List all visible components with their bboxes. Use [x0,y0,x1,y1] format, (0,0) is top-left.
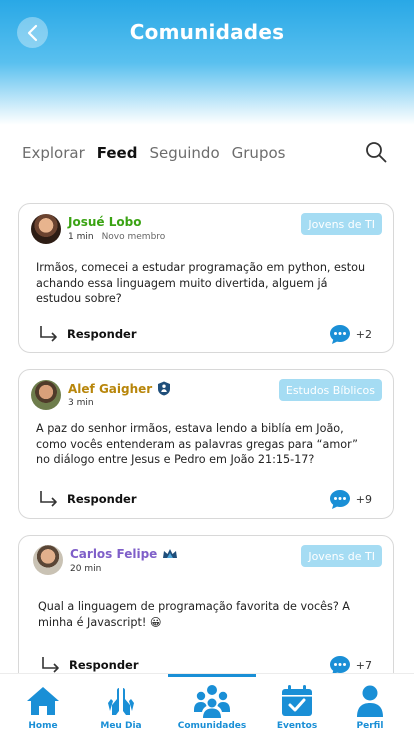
post-time: 1 min [68,232,94,242]
author-name: Alef Gaigher [68,381,153,396]
community-icon [194,685,230,718]
calendar-check-icon [282,685,312,716]
post-author[interactable]: Josué Lobo [68,215,141,229]
page-title: Comunidades [129,20,285,44]
nav-label: Eventos [276,721,318,731]
group-badge[interactable]: Jovens de TI [301,545,382,567]
post-card: Josué Lobo 1 min Novo membro Jovens de TI… [18,203,394,353]
post-meta: 20 min [70,564,101,574]
post-time: 20 min [70,564,102,574]
avatar[interactable] [31,214,61,244]
post-card: Alef Gaigher 3 min Estudos Bíblicos A pa… [18,369,394,519]
tab-explorar[interactable]: Explorar [22,144,85,162]
post-text: Irmãos, comecei a estudar programação em… [36,261,366,305]
reply-label: Responder [69,658,139,672]
author-name: Carlos Felipe [70,547,158,561]
reply-arrow-icon [40,326,57,342]
nav-eventos[interactable]: Eventos [274,674,320,736]
comments-button[interactable]: +9 [329,489,372,510]
post-author[interactable]: Alef Gaigher [68,381,171,396]
post-card: Carlos Felipe 20 min Jovens de TI Qual a… [18,535,394,695]
reply-arrow-icon [42,657,59,673]
post-text: Qual a linguagem de programação favorita… [38,600,350,629]
chat-bubble-icon [329,490,350,509]
nav-label: Meu Dia [100,721,142,731]
reply-label: Responder [67,327,137,341]
search-icon [366,142,387,163]
user-icon [357,685,383,717]
nav-meu-dia[interactable]: Meu Dia [96,674,146,736]
post-time: 3 min [68,398,94,408]
chat-bubble-icon [329,325,350,344]
home-icon [27,687,59,715]
tab-seguindo[interactable]: Seguindo [149,144,219,162]
reply-arrow-icon [40,491,57,507]
nav-perfil[interactable]: Perfil [350,674,390,736]
comments-button[interactable]: +2 [329,324,372,345]
post-text: A paz do senhor irmãos, estava lendo a b… [36,422,358,466]
praying-hands-icon [108,688,134,715]
reply-button[interactable]: Responder [39,325,137,343]
tab-feed[interactable]: Feed [97,144,138,162]
bottom-nav: Home Meu Dia Comunidades Eventos Perfil [0,673,414,736]
reply-button[interactable]: Responder [39,490,137,508]
nav-home[interactable]: Home [20,674,66,736]
reply-label: Responder [67,492,137,506]
header: Comunidades [0,0,414,125]
nav-label: Comunidades [177,721,247,731]
avatar[interactable] [33,545,63,575]
group-badge[interactable]: Jovens de TI [301,213,382,235]
crown-icon [163,549,178,558]
comment-count: +2 [355,328,372,341]
group-badge[interactable]: Estudos Bíblicos [278,379,382,401]
nav-label: Perfil [356,721,384,731]
verified-badge-icon [158,381,171,396]
comment-count: +7 [355,659,372,672]
comment-count: +9 [355,493,372,506]
reply-button[interactable]: Responder [41,656,139,674]
author-status: Novo membro [101,232,166,242]
post-author[interactable]: Carlos Felipe [70,547,178,561]
avatar[interactable] [31,380,61,410]
nav-comunidades[interactable]: Comunidades [176,674,248,736]
post-meta: 3 min [68,398,94,408]
post-meta: 1 min Novo membro [68,232,165,242]
feed-tabs: Explorar Feed Seguindo Grupos [22,142,297,164]
search-button[interactable] [364,140,388,164]
tab-grupos[interactable]: Grupos [232,144,286,162]
nav-label: Home [28,721,58,731]
author-name: Josué Lobo [68,215,142,229]
